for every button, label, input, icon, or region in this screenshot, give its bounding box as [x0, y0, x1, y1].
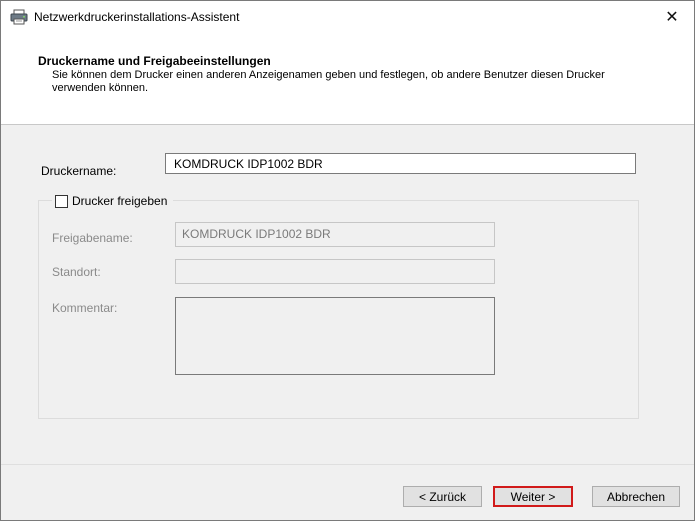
next-button[interactable]: Weiter > [493, 486, 573, 507]
share-printer-label[interactable]: Drucker freigeben [72, 194, 167, 208]
cancel-button[interactable]: Abbrechen [592, 486, 680, 507]
location-input [175, 259, 495, 284]
share-printer-checkbox-row[interactable]: Drucker freigeben [52, 193, 174, 209]
location-label: Standort: [52, 265, 101, 279]
close-button[interactable]: ✕ [650, 1, 694, 33]
printer-name-label: Druckername: [41, 164, 117, 178]
footer-divider [1, 464, 694, 465]
share-name-label: Freigabename: [52, 231, 133, 245]
back-button[interactable]: < Zurück [403, 486, 482, 507]
printer-name-input[interactable] [165, 153, 636, 174]
wizard-header: Druckername und Freigabeeinstellungen Si… [1, 33, 694, 125]
close-icon: ✕ [665, 9, 679, 26]
page-description: Sie können dem Drucker einen anderen Anz… [52, 69, 605, 94]
window-title: Netzwerkdruckerinstallations-Assistent [34, 10, 240, 24]
title-bar: Netzwerkdruckerinstallations-Assistent ✕ [1, 1, 694, 33]
share-name-input: KOMDRUCK IDP1002 BDR [175, 222, 495, 247]
wizard-window: Netzwerkdruckerinstallations-Assistent ✕… [0, 0, 695, 521]
page-title: Druckername und Freigabeeinstellungen [38, 54, 271, 68]
comment-textarea [175, 297, 495, 375]
share-printer-checkbox[interactable] [55, 194, 68, 208]
comment-label: Kommentar: [52, 301, 118, 315]
printer-icon [10, 9, 28, 25]
